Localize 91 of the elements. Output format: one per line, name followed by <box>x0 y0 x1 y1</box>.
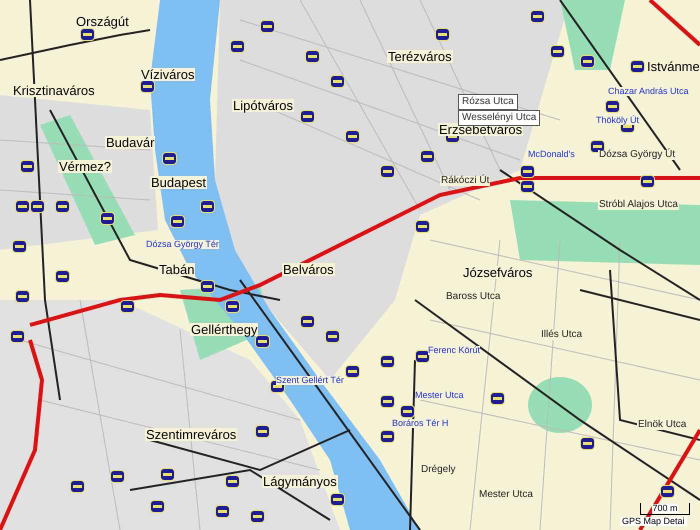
bus-icon <box>160 468 175 481</box>
bus-icon <box>605 100 620 113</box>
place-label: Mester Utca <box>415 391 464 400</box>
bus-icon <box>345 130 360 143</box>
bus-icon <box>380 355 395 368</box>
district-label: Belváros <box>282 263 335 276</box>
district-label: Krisztinaváros <box>12 84 96 97</box>
street-label: Stróbl Alajos Utca <box>598 200 679 210</box>
bus-icon <box>330 493 345 506</box>
bus-icon <box>305 50 320 63</box>
bus-icon <box>255 335 270 348</box>
bus-icon <box>520 165 535 178</box>
bus-icon <box>415 350 430 363</box>
bus-icon <box>120 300 135 313</box>
place-label: Ferenc Körút <box>428 346 480 355</box>
place-label: Szent Gellért Tér <box>276 376 344 385</box>
bus-icon <box>415 220 430 233</box>
bus-icon <box>300 315 315 328</box>
bus-icon <box>380 165 395 178</box>
district-label: Szentimreváros <box>145 428 238 441</box>
bus-icon <box>250 510 265 523</box>
bus-icon <box>150 500 165 513</box>
bus-icon <box>345 365 360 378</box>
bus-icon <box>325 330 340 343</box>
district-label: Tabán <box>158 263 196 276</box>
district-label: Istvánme <box>646 60 700 73</box>
bus-icon <box>162 152 177 165</box>
bus-icon <box>80 28 95 41</box>
bus-icon <box>200 280 215 293</box>
bus-icon <box>70 480 85 493</box>
bus-icon <box>550 45 565 58</box>
bus-icon <box>30 200 45 213</box>
bus-icon <box>10 330 25 343</box>
district-label: Lipótváros <box>232 99 294 112</box>
bus-icon <box>55 200 70 213</box>
district-label: Víziváros <box>140 68 196 81</box>
bus-icon <box>110 470 125 483</box>
bus-icon <box>15 200 30 213</box>
bus-icon <box>200 200 215 213</box>
bus-icon <box>12 240 27 253</box>
bus-icon <box>530 10 545 23</box>
street-label: Elnök Utca <box>637 420 688 430</box>
bus-icon <box>230 40 245 53</box>
bus-icon <box>55 270 70 283</box>
bus-icon <box>20 160 35 173</box>
bus-icon <box>580 55 595 68</box>
bus-icon <box>225 300 240 313</box>
bus-icon <box>15 290 30 303</box>
bus-icon <box>490 392 505 405</box>
street-tooltip: Rózsa Utca <box>458 94 518 110</box>
district-label: Országút <box>75 15 130 28</box>
bus-icon <box>630 60 645 73</box>
place-label: McDonald's <box>528 150 575 159</box>
bus-icon <box>260 20 275 33</box>
district-label: Budapest <box>150 176 207 189</box>
district-label: Lágymányos <box>262 475 338 488</box>
bus-icon <box>215 505 230 518</box>
street-label: Baross Utca <box>445 292 502 302</box>
street-label: Drégely <box>420 465 456 475</box>
street-tooltip: Wesselényi Utca <box>458 110 540 126</box>
district-label: Józsefváros <box>462 266 534 279</box>
district-label: Gellérthegy <box>190 323 258 336</box>
bus-icon <box>255 425 270 438</box>
bus-icon <box>520 180 535 193</box>
bus-icon <box>400 405 415 418</box>
street-label: Mester Utca <box>478 490 534 500</box>
bus-icon <box>420 150 435 163</box>
scale-label: 700 m <box>652 504 678 513</box>
bus-icon <box>380 395 395 408</box>
bus-icon <box>580 437 595 450</box>
place-label: Chazar András Utca <box>608 87 689 96</box>
bus-icon <box>640 175 655 188</box>
bus-icon <box>330 75 345 88</box>
place-label: Dózsa György Tér <box>146 240 219 249</box>
place-label: Thököly Út <box>596 116 640 125</box>
bus-icon <box>300 110 315 123</box>
bus-icon <box>170 215 185 228</box>
street-label: Illés Utca <box>540 330 584 340</box>
bus-icon <box>140 80 155 93</box>
place-label: Boráros Tér H <box>392 419 448 428</box>
street-label: Rákóczi Út <box>440 176 490 186</box>
map-detail-label: GPS Map Detai <box>620 517 687 526</box>
district-label: Terézváros <box>387 50 453 63</box>
bus-icon <box>380 430 395 443</box>
bus-icon <box>100 212 115 225</box>
street-label: Dózsa György Út <box>598 150 676 160</box>
bus-icon <box>225 475 240 488</box>
bus-icon <box>660 485 675 498</box>
bus-icon <box>435 28 450 41</box>
district-label: Budavár <box>105 136 156 149</box>
district-label: Vérmez? <box>58 160 112 173</box>
